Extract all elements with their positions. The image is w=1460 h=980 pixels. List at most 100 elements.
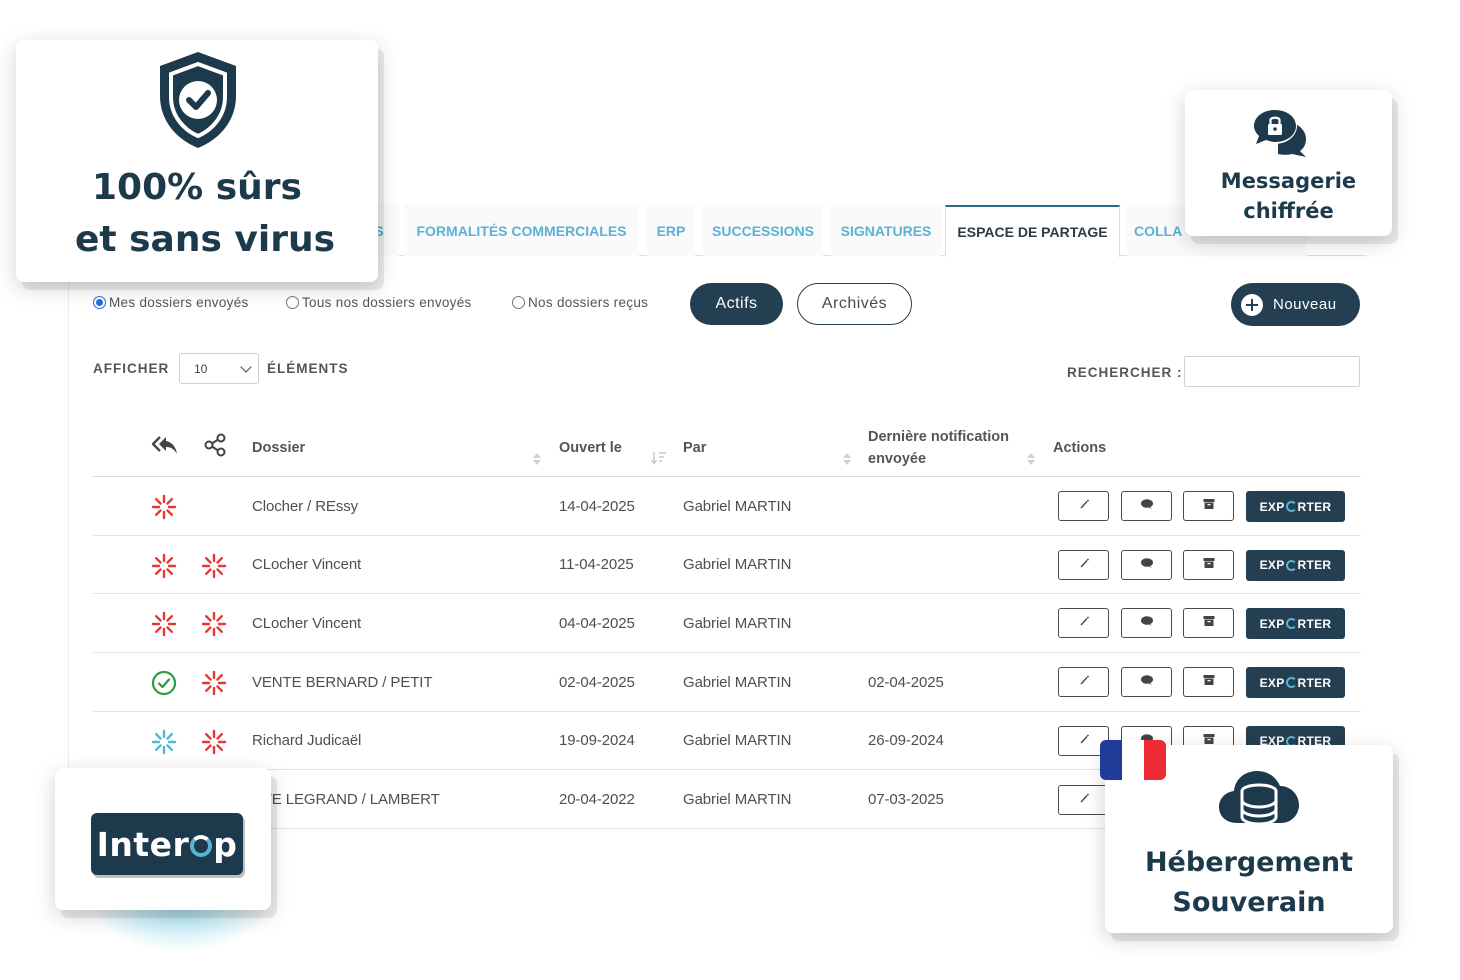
exporter-button[interactable]: EXP RTER (1246, 549, 1345, 581)
pending-red-status-icon (151, 494, 177, 520)
pencil-icon (1078, 673, 1090, 691)
cell-ouvert-le: 04-04-2025 (559, 614, 635, 632)
archive-icon (1202, 673, 1216, 691)
edit-button[interactable] (1058, 784, 1109, 815)
header-dossier[interactable]: Dossier (252, 437, 305, 459)
pencil-icon (1078, 497, 1090, 515)
cell-derniere-notification: 02-04-2025 (868, 673, 944, 691)
tab-formalites-commerciales[interactable]: FORMALITÉS COMMERCIALES (404, 205, 639, 256)
cell-derniere-notification: 07-03-2025 (868, 791, 944, 808)
exporter-suffix: RTER (1297, 499, 1332, 514)
header-derniere-notification[interactable]: Dernière notification envoyée (868, 426, 1009, 470)
cell-par: Gabriel MARTIN (683, 673, 792, 691)
security-card: 100% sûrs et sans virus (16, 40, 378, 282)
done-green-status-icon (151, 670, 177, 696)
header-par[interactable]: Par (683, 437, 706, 459)
share-icon (204, 433, 226, 457)
nouveau-label: Nouveau (1273, 296, 1337, 313)
chat-icon (1140, 556, 1154, 574)
sort-icon[interactable] (843, 453, 851, 465)
radio-label: Nos dossiers reçus (528, 295, 649, 310)
security-card-line1: 100% sûrs (92, 167, 302, 208)
exporter-button[interactable]: EXP RTER (1246, 667, 1345, 699)
cell-ouvert-le: 11-04-2025 (559, 556, 634, 574)
table-row[interactable]: CLocher Vincent 04-04-2025 Gabriel MARTIN E… (93, 594, 1361, 654)
exporter-button[interactable]: EXP RTER (1246, 491, 1345, 522)
cell-ouvert-le: 14-04-2025 (559, 497, 635, 515)
exporter-ring-icon (1285, 677, 1297, 689)
sort-icon[interactable] (533, 453, 541, 465)
messaging-card-line2: chiffrée (1243, 199, 1334, 223)
cell-par: Gabriel MARTIN (683, 732, 792, 750)
archive-button[interactable] (1183, 549, 1234, 580)
radio-tous-nos-dossiers-envoyes[interactable]: Tous nos dossiers envoyés (286, 295, 472, 310)
cell-ouvert-le: 19-09-2024 (559, 732, 635, 750)
edit-button[interactable] (1058, 667, 1109, 698)
radio-label: Mes dossiers envoyés (109, 295, 249, 310)
actifs-button[interactable]: Actifs (690, 283, 783, 325)
edit-button[interactable] (1058, 491, 1109, 521)
nouveau-button[interactable]: Nouveau (1231, 283, 1360, 326)
message-button[interactable] (1121, 549, 1172, 580)
interop-ring-icon (190, 835, 213, 857)
interop-logo-suffix: p (213, 824, 238, 864)
pencil-icon (1078, 556, 1090, 574)
archive-icon (1202, 614, 1216, 632)
page-size-select[interactable]: 10 (179, 353, 259, 384)
plus-icon (1241, 293, 1263, 316)
cell-dossier[interactable]: NTE LEGRAND / LAMBERT (252, 771, 440, 829)
tab-signatures[interactable]: SIGNATURES (831, 205, 941, 256)
exporter-button[interactable]: EXP RTER (1246, 608, 1345, 640)
cloud-database-icon (1219, 771, 1299, 826)
reply-all-icon (151, 436, 177, 454)
edit-button[interactable] (1058, 608, 1109, 639)
cell-dossier[interactable]: CLocher Vincent (252, 536, 361, 594)
cell-dossier[interactable]: CLocher Vincent (252, 594, 361, 652)
cell-dossier[interactable]: Richard Judicaël (252, 712, 361, 770)
shield-check-icon (160, 52, 236, 148)
chat-icon (1140, 497, 1154, 515)
exporter-ring-icon (1285, 618, 1297, 630)
locked-chat-icon (1253, 108, 1306, 157)
radio-dot[interactable] (286, 296, 299, 309)
archive-button[interactable] (1183, 608, 1234, 639)
message-button[interactable] (1121, 608, 1172, 639)
hosting-card-line1: Hébergement (1144, 847, 1354, 878)
radio-mes-dossiers-envoyes[interactable]: Mes dossiers envoyés (93, 295, 249, 310)
archive-button[interactable] (1183, 491, 1234, 521)
tab-erp[interactable]: ERP (647, 205, 695, 256)
header-ouvert-le[interactable]: Ouvert le (559, 437, 622, 459)
page-size-value: 10 (194, 361, 208, 376)
message-button[interactable] (1121, 667, 1172, 698)
cell-dossier[interactable]: Clocher / REssy (252, 477, 358, 535)
radio-dot[interactable] (93, 296, 106, 309)
table-row[interactable]: Clocher / REssy 14-04-2025 Gabriel MARTIN E… (93, 477, 1361, 536)
cell-dossier[interactable]: VENTE BERNARD / PETIT (252, 653, 433, 711)
rechercher-label: RECHERCHER : (1067, 365, 1183, 380)
header-line: envoyée (868, 451, 927, 467)
tab-espace-de-partage[interactable]: ESPACE DE PARTAGE (945, 205, 1120, 257)
sort-desc-icon[interactable] (651, 451, 667, 465)
table-row[interactable]: VENTE BERNARD / PETIT 02-04-2025 Gabriel M… (93, 653, 1361, 712)
radio-dot[interactable] (512, 296, 525, 309)
edit-button[interactable] (1058, 549, 1109, 580)
french-flag-icon (1100, 740, 1166, 780)
cell-par: Gabriel MARTIN (683, 556, 792, 574)
tab-successions[interactable]: SUCCESSIONS (703, 205, 823, 256)
message-button[interactable] (1121, 491, 1172, 521)
pending-red-share-status-icon (201, 729, 227, 755)
elements-label: ÉLÉMENTS (267, 361, 349, 376)
radio-nos-dossiers-recus[interactable]: Nos dossiers reçus (512, 295, 648, 310)
sort-icon[interactable] (1027, 453, 1035, 465)
flag-blue-stripe (1100, 740, 1122, 780)
cell-par: Gabriel MARTIN (683, 791, 792, 808)
table-row[interactable]: CLocher Vincent 11-04-2025 Gabriel MARTIN E… (93, 536, 1361, 595)
archive-icon (1202, 556, 1216, 574)
search-input[interactable] (1184, 356, 1360, 387)
archives-button[interactable]: Archivés (797, 283, 912, 325)
exporter-prefix: EXP (1259, 675, 1285, 690)
pending-red-status-icon (151, 611, 177, 637)
archive-button[interactable] (1183, 667, 1234, 698)
interop-logo: Inter p (91, 813, 243, 875)
exporter-suffix: RTER (1297, 616, 1332, 631)
